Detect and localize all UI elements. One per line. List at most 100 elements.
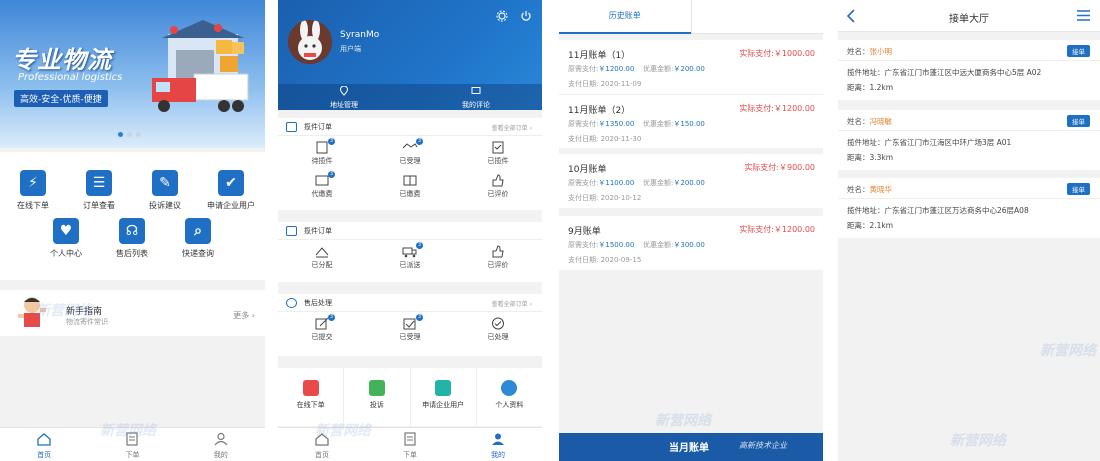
status-accepted[interactable]: 3 已受理 <box>366 312 454 345</box>
bill-item[interactable]: 9月账单 实际支付:￥1200.00 原需支付:￥1500.00 优惠金额:￥3… <box>559 216 823 270</box>
bill-tabs: 历史账单 <box>559 0 823 34</box>
feature-personal-center[interactable]: ♥ 个人中心 <box>33 218 99 259</box>
pickup-address: 揽件地址：广东省江门市蓬江区万达商务中心26层A08 <box>847 206 1029 215</box>
user-icon <box>214 432 228 446</box>
bill-date: 支付日期: 2020-11-09 <box>568 79 641 89</box>
view-all-orders-link[interactable]: 查看全部订单 › <box>492 299 532 308</box>
disc-value: ￥200.00 <box>673 65 705 73</box>
status-assigned[interactable]: 已分配 <box>278 240 366 273</box>
page-title: 接单大厅 <box>949 14 989 25</box>
carousel-dot[interactable] <box>136 132 141 137</box>
status-row: 3 待揽件 3 已受理 已揽件 <box>278 136 542 169</box>
menu-icon[interactable] <box>1077 10 1090 21</box>
status-row: 3 代缴费 已缴费 已评价 <box>278 169 542 202</box>
feature-complaint[interactable]: ✎ 投诉建议 <box>132 170 198 211</box>
bill-item[interactable]: 10月账单 实际支付:￥900.00 原需支付:￥1100.00 优惠金额:￥2… <box>559 154 823 208</box>
wallet-icon: 3 <box>314 171 335 187</box>
status-label: 已评价 <box>487 190 509 198</box>
bill-history-screen: 历史账单 11月账单（1） 实际支付:￥1000.00 原需支付:￥1200.0… <box>559 0 823 461</box>
quick-online-order[interactable]: 在线下单 <box>278 368 345 426</box>
quick-enterprise-apply[interactable]: 申请企业用户 <box>411 368 477 426</box>
chevron-right-icon: › <box>251 311 255 320</box>
status-reviewed[interactable]: 已评价 <box>454 169 542 202</box>
quick-complaint[interactable]: 投诉 <box>344 368 411 426</box>
guide-more-link[interactable]: 更多 › <box>233 310 255 321</box>
feature-online-order[interactable]: ⚡ 在线下单 <box>0 170 66 211</box>
bill-item[interactable]: 11月账单（2） 实际支付:￥1200.00 原需支付:￥1350.00 优惠金… <box>559 94 823 148</box>
status-processed[interactable]: 已处理 <box>454 312 542 345</box>
tab-home[interactable]: 首页 <box>0 428 88 461</box>
tab-mine[interactable]: 我的 <box>454 428 542 461</box>
count-badge: 3 <box>328 171 335 178</box>
bill-actual-payment: 实际支付:￥1000.00 <box>739 49 815 58</box>
bill-original-amount: 原需支付:￥1500.00 <box>568 240 634 250</box>
beginner-guide-card[interactable]: 新手指南 物流寄件常识 更多 › <box>0 290 265 336</box>
order-card[interactable]: 姓名：张小明 接单 揽件地址：广东省江门市蓬江区中远大厦商务中心5层 A02 距… <box>838 40 1100 100</box>
truck-icon: 3 <box>402 242 423 258</box>
feature-enterprise-apply[interactable]: ✔ 申请企业用户 <box>198 170 264 211</box>
home-icon <box>315 433 329 446</box>
banner-title: 专业物流 <box>12 46 112 74</box>
chat-icon <box>286 298 297 308</box>
status-paid[interactable]: 已缴费 <box>366 169 454 202</box>
tab-home[interactable]: 首页 <box>278 428 366 461</box>
feature-order-view[interactable]: ☰ 订单查看 <box>66 170 132 211</box>
bill-original-amount: 原需支付:￥1200.00 <box>568 64 634 74</box>
order-card[interactable]: 姓名：黄晓华 接单 揽件地址：广东省江门市蓬江区万达商务中心26层A08 距离：… <box>838 178 1100 238</box>
carousel-indicators[interactable] <box>118 132 141 137</box>
power-icon[interactable] <box>520 10 532 22</box>
handshake-icon: 3 <box>402 138 423 154</box>
profile-screen: SyranMo 用户端 地址管理 我的评论 揽件订单 查看全部订单 › 3 待揽… <box>278 0 542 461</box>
order-card[interactable]: 姓名：冯晓敏 接单 揽件地址：广东省江门市江海区中环广场3层 A01 距离：3.… <box>838 110 1100 170</box>
status-submitted[interactable]: 3 已提交 <box>278 312 366 345</box>
view-all-label: 查看全部订单 <box>491 125 528 132</box>
section-title: 揽件订单 <box>304 123 332 131</box>
distance: 距离：2.1km <box>847 221 894 230</box>
bill-item[interactable]: 11月账单（1） 实际支付:￥1000.00 原需支付:￥1200.00 优惠金… <box>559 40 823 94</box>
tab-history-bills[interactable]: 历史账单 <box>559 0 691 34</box>
thumbs-up-icon <box>490 174 506 187</box>
nav-my-comments[interactable]: 我的评论 <box>410 84 542 110</box>
carousel-dot[interactable] <box>118 132 123 137</box>
nav-address-management[interactable]: 地址管理 <box>278 84 410 110</box>
status-picked-up[interactable]: 已揽件 <box>454 136 542 169</box>
status-pending-pickup[interactable]: 3 待揽件 <box>278 136 366 169</box>
quick-profile[interactable]: 个人资料 <box>477 368 542 426</box>
status-accepted[interactable]: 3 已受理 <box>366 136 454 169</box>
footer-banner: 当月账单 高新技术企业 <box>559 433 823 461</box>
feature-aftersales-list[interactable]: ☊ 售后列表 <box>99 218 165 259</box>
bill-title: 9月账单 <box>568 227 601 237</box>
tab-mine[interactable]: 我的 <box>177 428 265 461</box>
view-all-orders-link[interactable]: 查看全部订单 › <box>492 123 532 132</box>
tab-order[interactable]: 下单 <box>366 428 454 461</box>
feature-grid: ⚡ 在线下单 ☰ 订单查看 ✎ 投诉建议 ✔ 申请企业用户 ♥ 个人中心 ☊ 售… <box>0 152 265 280</box>
quick-label: 在线下单 <box>296 401 325 409</box>
bottom-tab-bar: 首页 下单 我的 <box>0 427 265 461</box>
count-badge: 3 <box>416 242 423 249</box>
accept-order-button[interactable]: 接单 <box>1067 115 1090 127</box>
gear-icon[interactable] <box>496 10 508 22</box>
tab-secondary[interactable] <box>690 0 824 33</box>
status-pending-payment[interactable]: 3 代缴费 <box>278 169 366 202</box>
status-delivered[interactable]: 3 已派送 <box>366 240 454 273</box>
accept-order-button[interactable]: 接单 <box>1067 45 1090 57</box>
carousel-dot[interactable] <box>127 132 132 137</box>
avatar[interactable] <box>288 20 332 64</box>
name-label: 姓名： <box>847 185 870 194</box>
banner-carousel[interactable]: 专业物流 Professional logistics 高效-安全-优质-便捷 <box>0 0 265 148</box>
enterprise-check-icon <box>435 380 452 396</box>
status-reviewed[interactable]: 已评价 <box>454 240 542 273</box>
nav-bar: 接单大厅 <box>838 0 1100 32</box>
feature-express-query[interactable]: ⌕ 快递查询 <box>165 218 231 259</box>
disc-value: ￥150.00 <box>673 120 705 128</box>
box-icon <box>402 174 418 187</box>
accept-order-button[interactable]: 接单 <box>1067 183 1090 195</box>
status-label: 已派送 <box>399 261 421 269</box>
bill-actual-payment: 实际支付:￥900.00 <box>744 163 815 172</box>
bill-title: 11月账单（1） <box>568 51 631 61</box>
quick-label: 个人资料 <box>495 401 524 409</box>
divider <box>838 130 1100 131</box>
status-label: 已揽件 <box>487 157 509 165</box>
username: SyranMo <box>340 30 380 40</box>
tab-order[interactable]: 下单 <box>88 428 176 461</box>
